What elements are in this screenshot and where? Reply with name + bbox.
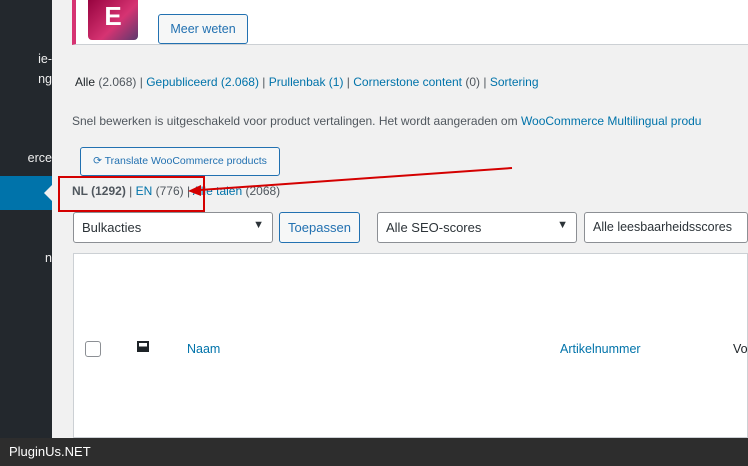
chevron-down-icon: ▼ <box>557 219 568 231</box>
column-sku[interactable]: Artikelnummer <box>560 342 641 356</box>
column-name[interactable]: Naam <box>187 342 220 356</box>
select-all-checkbox[interactable] <box>85 341 101 357</box>
column-stock[interactable]: Vo <box>733 342 748 356</box>
bulk-actions-select[interactable]: Bulkacties ▼ <box>73 212 273 243</box>
image-icon <box>137 341 149 352</box>
watermark-footer: PluginUs.NET <box>0 438 748 466</box>
apply-button[interactable]: Toepassen <box>279 212 360 243</box>
chevron-down-icon: ▼ <box>253 219 264 231</box>
products-table: Naam Artikelnummer Vo <box>73 253 748 438</box>
seo-score-select[interactable]: Alle SEO-scores ▼ <box>377 212 577 243</box>
readability-select[interactable]: Alle leesbaarheidsscores <box>584 212 748 243</box>
